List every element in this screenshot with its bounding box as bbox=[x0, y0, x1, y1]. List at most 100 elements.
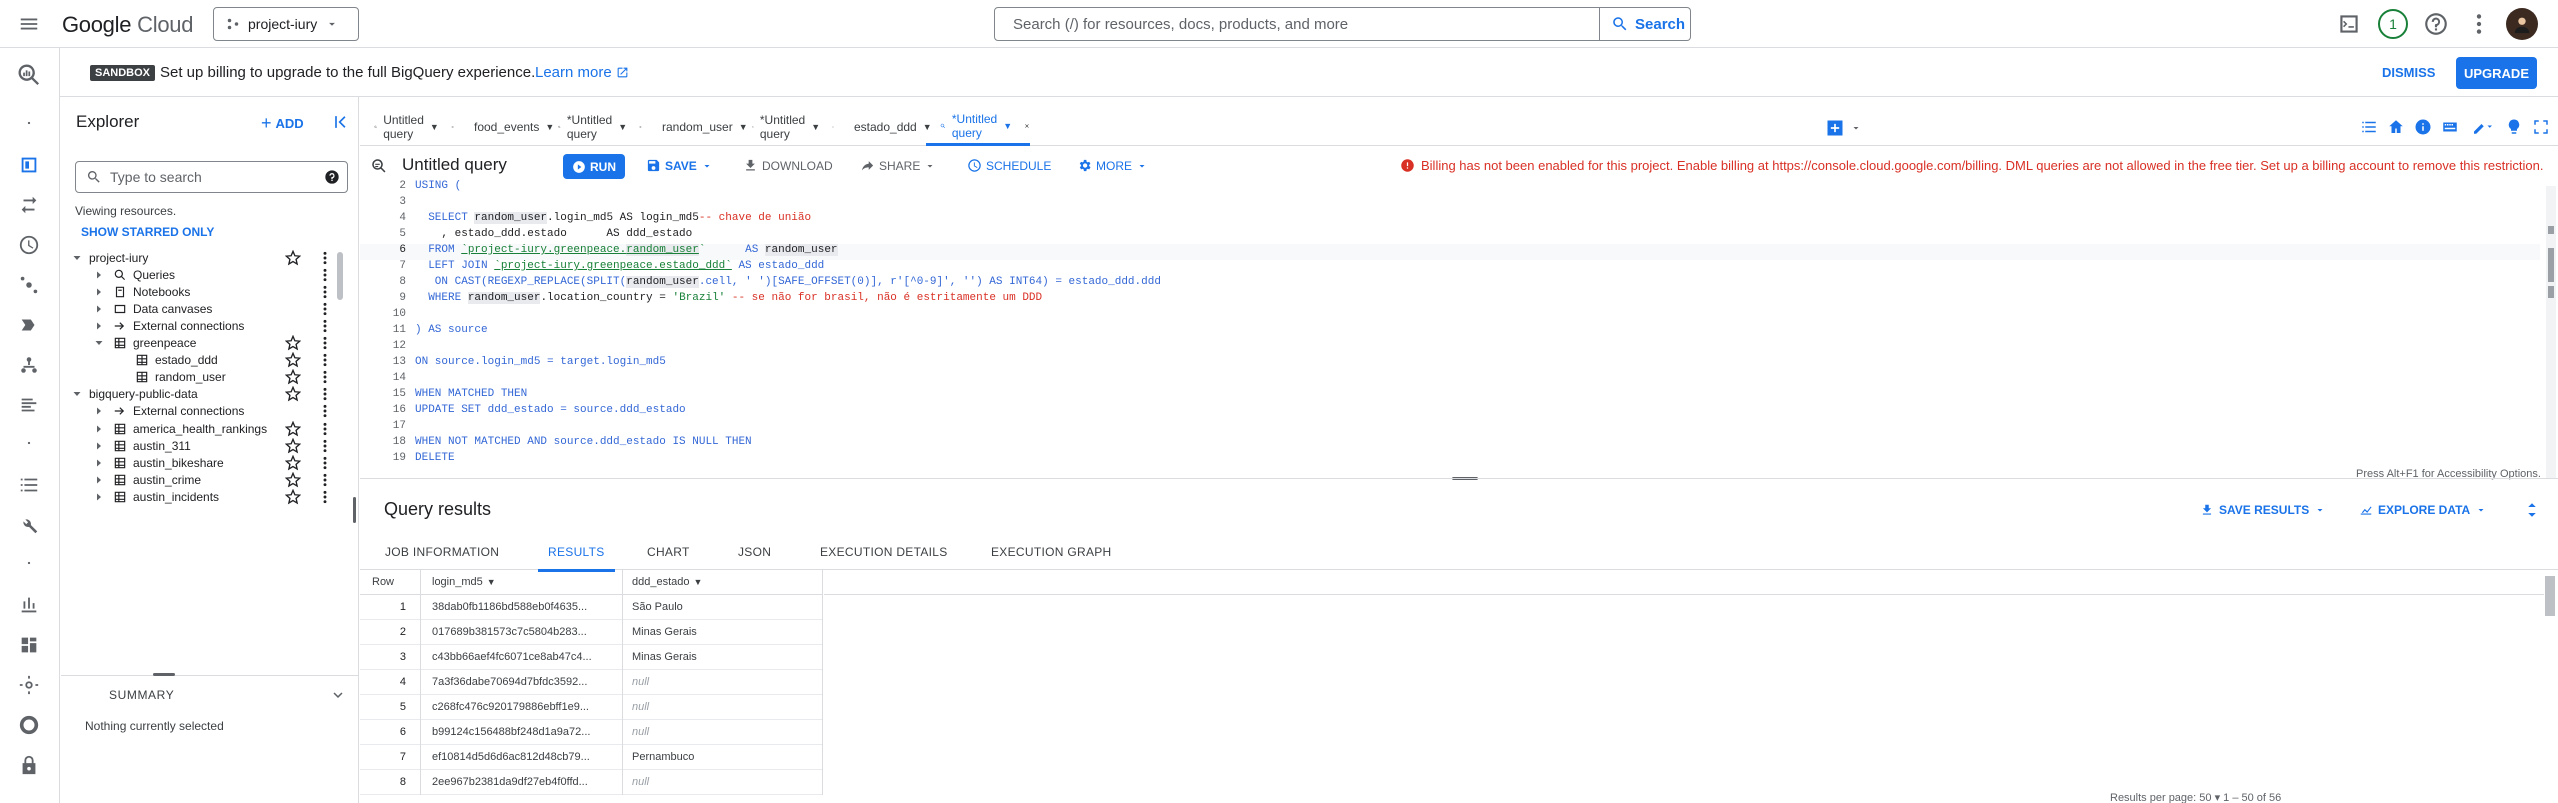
results-scrollbar[interactable] bbox=[2545, 576, 2555, 616]
table-row[interactable]: 7 ef10814d5d6d6ac812d48cb79... Pernambuco bbox=[360, 745, 822, 770]
chevron-right-icon[interactable] bbox=[93, 491, 105, 503]
google-cloud-logo[interactable]: Google Cloud bbox=[62, 12, 193, 38]
format-icon[interactable] bbox=[2470, 118, 2496, 136]
monitoring-icon[interactable] bbox=[18, 594, 40, 616]
cell-ddd-estado[interactable]: Minas Gerais bbox=[632, 626, 812, 638]
collapse-panel-icon[interactable] bbox=[331, 112, 351, 132]
chevron-down-icon[interactable] bbox=[1850, 122, 1862, 134]
cell-login-md5[interactable]: 017689b381573c7c5804b283... bbox=[432, 626, 612, 638]
search-input[interactable]: Search (/) for resources, docs, products… bbox=[994, 7, 1600, 41]
panel-resize-handle[interactable] bbox=[153, 673, 175, 676]
cell-login-md5[interactable]: 2ee967b2381da9df27eb4f0ffd... bbox=[432, 776, 612, 788]
show-starred-only-button[interactable]: SHOW STARRED ONLY bbox=[81, 225, 214, 239]
more-vert-icon[interactable] bbox=[2466, 11, 2492, 37]
transfers-icon[interactable] bbox=[18, 194, 40, 216]
tab-untitled-query-2[interactable]: *Untitled query ▼ bbox=[544, 108, 642, 146]
tab-untitled-query-1[interactable]: Untitled query ▼ bbox=[360, 108, 454, 146]
tab-untitled-query-active[interactable]: *Untitled query ▼ bbox=[926, 108, 1030, 146]
scheduled-queries-icon[interactable] bbox=[18, 234, 40, 256]
sql-editor[interactable]: 2 USING ( 3 4 SELECT random_user.login_md… bbox=[360, 180, 2558, 480]
new-query-icon[interactable] bbox=[1825, 118, 1845, 138]
tab-execution-details[interactable]: EXECUTION DETAILS bbox=[820, 545, 948, 559]
table-row[interactable]: 2 017689b381573c7c5804b283... Minas Gerais bbox=[360, 620, 822, 645]
tree-dataset-austin-incidents[interactable]: austin_incidents bbox=[61, 483, 343, 511]
star-icon[interactable] bbox=[285, 488, 301, 505]
upgrade-button[interactable]: UPGRADE bbox=[2456, 57, 2537, 89]
save-button[interactable]: SAVE bbox=[646, 158, 713, 173]
column-header-ddd-estado[interactable]: ddd_estado ▼ bbox=[632, 576, 702, 588]
lightbulb-icon[interactable] bbox=[2505, 118, 2523, 136]
avatar[interactable] bbox=[2506, 8, 2538, 40]
table-row[interactable]: 8 2ee967b2381da9df27eb4f0ffd... null bbox=[360, 770, 822, 795]
release-notes-icon[interactable] bbox=[18, 714, 40, 736]
tab-untitled-query-3[interactable]: *Untitled query ▼ bbox=[738, 108, 834, 146]
partner-center-icon[interactable] bbox=[18, 394, 40, 416]
summary-section[interactable]: SUMMARY bbox=[61, 673, 359, 713]
dataform-icon[interactable] bbox=[18, 354, 40, 376]
expand-icon[interactable] bbox=[2523, 501, 2541, 519]
chevron-down-icon[interactable]: ▼ bbox=[811, 122, 820, 132]
chevron-down-icon[interactable]: ▼ bbox=[1003, 121, 1012, 131]
close-icon[interactable] bbox=[1024, 119, 1030, 133]
cell-login-md5[interactable]: b99124c156488bf248d1a9a72... bbox=[432, 726, 612, 738]
cell-ddd-estado[interactable]: Minas Gerais bbox=[632, 651, 812, 663]
notifications-badge[interactable]: 1 bbox=[2378, 9, 2408, 39]
fullscreen-icon[interactable] bbox=[2532, 118, 2550, 136]
table-row[interactable]: 5 c268fc476c920179886ebff1e9... null bbox=[360, 695, 822, 720]
tab-results[interactable]: RESULTS bbox=[538, 545, 615, 572]
schedule-button[interactable]: SCHEDULE bbox=[967, 158, 1051, 173]
explorer-resize-handle[interactable] bbox=[353, 497, 356, 523]
keyboard-icon[interactable] bbox=[2441, 118, 2459, 136]
explorer-search-input[interactable]: Type to search bbox=[75, 161, 348, 193]
admin-tools-icon[interactable] bbox=[18, 514, 40, 536]
job-history-icon[interactable] bbox=[18, 474, 40, 496]
cell-ddd-estado[interactable]: São Paulo bbox=[632, 601, 812, 613]
cell-ddd-estado[interactable]: null bbox=[632, 726, 812, 738]
tab-execution-graph[interactable]: EXECUTION GRAPH bbox=[991, 545, 1112, 559]
help-icon[interactable] bbox=[2423, 11, 2449, 37]
more-vert-icon[interactable] bbox=[317, 489, 333, 505]
cell-login-md5[interactable]: c268fc476c920179886ebff1e9... bbox=[432, 701, 612, 713]
cell-ddd-estado[interactable]: null bbox=[632, 676, 812, 688]
table-row[interactable]: 3 c43bb66aef4fc6071ce8ab47c4... Minas Gera… bbox=[360, 645, 822, 670]
explore-data-button[interactable]: EXPLORE DATA bbox=[2359, 503, 2487, 517]
table-row[interactable]: 1 38dab0fb1186bd588eb0f4635... São Paulo bbox=[360, 595, 822, 620]
table-row[interactable]: 6 b99124c156488bf248d1a9a72... null bbox=[360, 720, 822, 745]
info-icon[interactable] bbox=[2414, 118, 2432, 136]
menu-icon[interactable] bbox=[18, 13, 40, 35]
list-view-icon[interactable] bbox=[2360, 118, 2378, 136]
tree-scrollbar[interactable] bbox=[337, 252, 343, 300]
cell-ddd-estado[interactable]: null bbox=[632, 701, 812, 713]
editor-scrollbar[interactable] bbox=[2546, 186, 2556, 478]
cell-login-md5[interactable]: ef10814d5d6d6ac812d48cb79... bbox=[432, 751, 612, 763]
download-button[interactable]: DOWNLOAD bbox=[743, 158, 833, 173]
tab-chart[interactable]: CHART bbox=[647, 545, 690, 559]
tab-estado-ddd[interactable]: estado_ddd ▼ bbox=[834, 108, 932, 146]
cloud-shell-icon[interactable] bbox=[2336, 11, 2362, 37]
dismiss-button[interactable]: DISMISS bbox=[2382, 65, 2435, 80]
tab-food-events[interactable]: food_events ▼ bbox=[454, 108, 554, 146]
chevron-down-icon[interactable]: ▼ bbox=[618, 122, 627, 132]
column-header-login-md5[interactable]: login_md5 ▼ bbox=[432, 576, 496, 588]
share-button[interactable]: SHARE bbox=[860, 158, 936, 173]
save-results-button[interactable]: SAVE RESULTS bbox=[2200, 503, 2326, 517]
cell-ddd-estado[interactable]: null bbox=[632, 776, 812, 788]
cell-ddd-estado[interactable]: Pernambuco bbox=[632, 751, 812, 763]
pipelines-icon[interactable] bbox=[18, 314, 40, 336]
cell-login-md5[interactable]: c43bb66aef4fc6071ce8ab47c4... bbox=[432, 651, 612, 663]
add-button[interactable]: + ADD bbox=[261, 113, 304, 134]
search-button[interactable]: Search bbox=[1599, 7, 1691, 41]
run-button[interactable]: RUN bbox=[563, 154, 625, 179]
tab-json[interactable]: JSON bbox=[738, 545, 771, 559]
more-button[interactable]: MORE bbox=[1077, 158, 1148, 173]
chevron-down-icon[interactable] bbox=[329, 686, 347, 704]
analytics-hub-icon[interactable] bbox=[18, 274, 40, 296]
home-icon[interactable] bbox=[2387, 118, 2405, 136]
tab-random-user[interactable]: random_user ▼ bbox=[642, 108, 748, 146]
cell-login-md5[interactable]: 38dab0fb1186bd588eb0f4635... bbox=[432, 601, 612, 613]
capacity-icon[interactable] bbox=[18, 634, 40, 656]
studio-icon[interactable] bbox=[18, 154, 40, 176]
tab-job-information[interactable]: JOB INFORMATION bbox=[385, 545, 499, 559]
table-row[interactable]: 4 7a3f36dabe70694d7bfdc3592... null bbox=[360, 670, 822, 695]
query-title[interactable]: Untitled query bbox=[402, 155, 507, 175]
